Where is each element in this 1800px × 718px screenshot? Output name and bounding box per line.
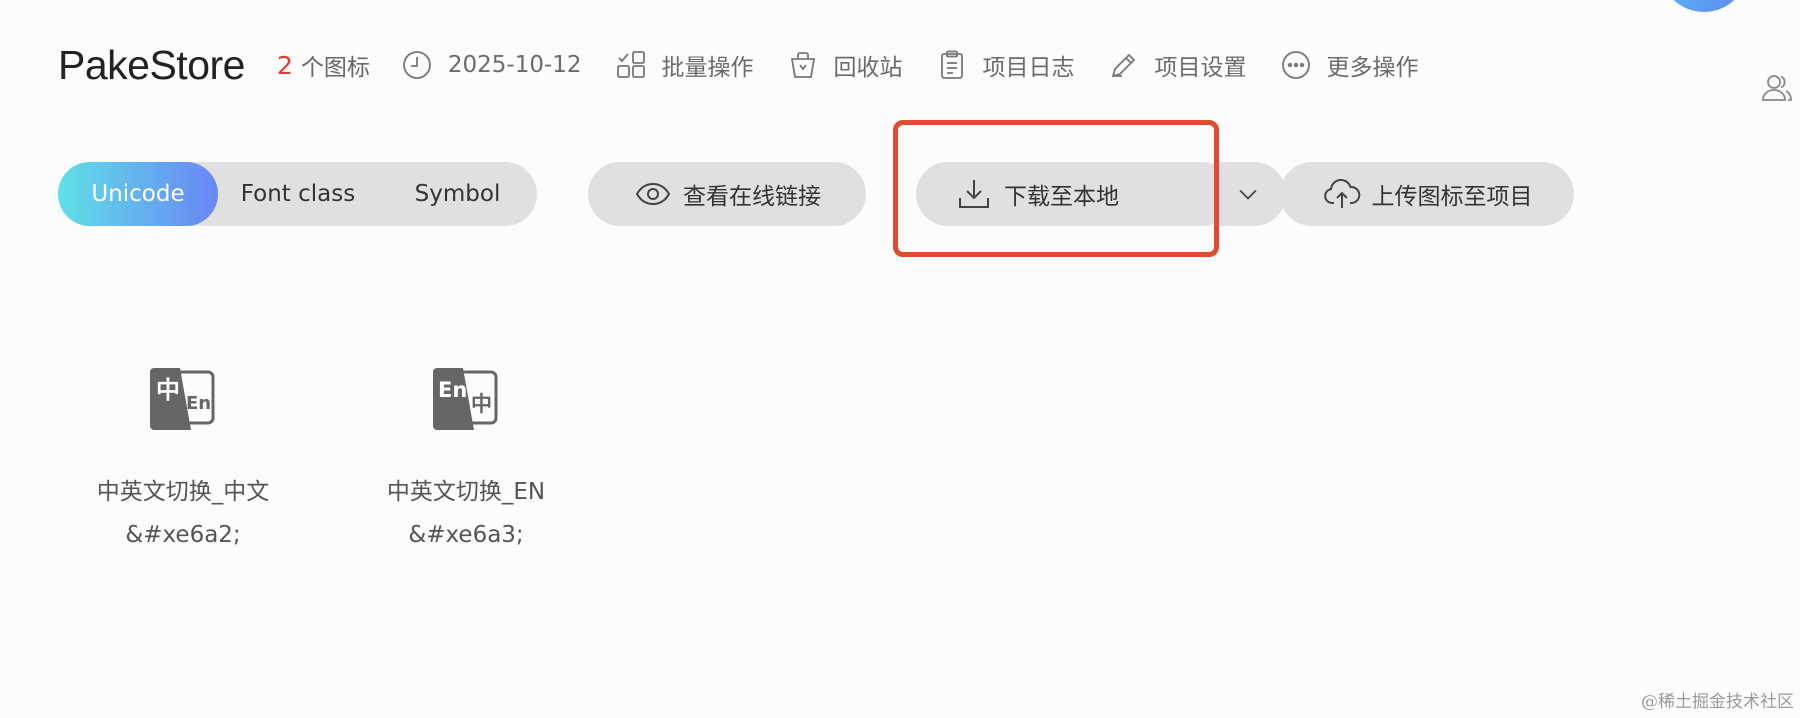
tab-unicode[interactable]: Unicode xyxy=(58,162,218,226)
download-local-button[interactable]: 下载至本地 xyxy=(916,162,1286,226)
recycle-bin-button[interactable]: 回收站 xyxy=(786,48,903,82)
icon-count: 2 xyxy=(276,50,293,80)
icon-code: &#xe6a3; xyxy=(408,522,524,548)
tab-font-class[interactable]: Font class xyxy=(218,162,378,226)
clock-icon xyxy=(400,48,434,82)
tab-symbol[interactable]: Symbol xyxy=(378,162,537,226)
project-log-button[interactable]: 项目日志 xyxy=(935,48,1075,82)
format-tabs: Unicode Font class Symbol xyxy=(58,162,537,226)
zh-en-switch-icon: 中 En xyxy=(148,364,218,430)
glyph-text-zh: 中 xyxy=(156,376,180,404)
view-online-link-label: 查看在线链接 xyxy=(683,184,821,210)
more-operations-label: 更多操作 xyxy=(1326,55,1419,81)
project-date: 2025-10-12 xyxy=(400,48,582,82)
en-zh-switch-icon: En 中 xyxy=(431,364,501,430)
eye-icon xyxy=(633,174,673,214)
pencil-icon xyxy=(1107,48,1141,82)
project-header: PakeStore 2 个图标 2025-10-12 批量操作 回收站 项目日志… xyxy=(58,36,1451,94)
chevron-down-icon[interactable] xyxy=(1232,178,1264,210)
trash-bin-icon xyxy=(786,48,820,82)
user-management-icon[interactable] xyxy=(1760,70,1794,104)
more-operations-button[interactable]: 更多操作 xyxy=(1279,48,1419,82)
icon-count-label: 个图标 xyxy=(300,55,370,81)
icon-code: &#xe6a2; xyxy=(125,522,241,548)
icon-card[interactable]: 中 En 中英文切换_中文 &#xe6a2; xyxy=(63,364,303,550)
batch-grid-icon xyxy=(614,48,648,82)
clipboard-icon xyxy=(935,48,969,82)
download-icon xyxy=(954,174,994,214)
project-settings-button[interactable]: 项目设置 xyxy=(1107,48,1247,82)
more-dots-icon xyxy=(1279,48,1313,82)
project-settings-label: 项目设置 xyxy=(1154,55,1247,81)
icon-name: 中英文切换_EN xyxy=(386,479,546,505)
recycle-bin-label: 回收站 xyxy=(833,55,903,81)
project-log-label: 项目日志 xyxy=(982,55,1075,81)
icon-card[interactable]: En 中 中英文切换_EN &#xe6a3; xyxy=(346,364,586,550)
watermark: @稀土掘金技术社区 xyxy=(1641,692,1794,712)
download-local-label: 下载至本地 xyxy=(1004,184,1119,210)
glyph-text-zh: 中 xyxy=(471,392,492,416)
glyph-text-en: En xyxy=(186,393,211,414)
upload-icons-button[interactable]: 上传图标至项目 xyxy=(1280,162,1574,226)
project-title: PakeStore xyxy=(58,41,245,88)
user-avatar[interactable] xyxy=(1660,0,1748,12)
upload-icons-label: 上传图标至项目 xyxy=(1371,184,1533,210)
icon-name: 中英文切换_中文 xyxy=(96,479,270,505)
view-online-link-button[interactable]: 查看在线链接 xyxy=(588,162,866,226)
glyph-text-en: En xyxy=(438,378,467,402)
batch-operations-label: 批量操作 xyxy=(661,55,754,81)
project-date-label: 2025-10-12 xyxy=(447,52,582,78)
cloud-upload-icon xyxy=(1322,174,1362,214)
toolbar: Unicode Font class Symbol 查看在线链接 下载至本地 上… xyxy=(58,162,1758,226)
batch-operations-button[interactable]: 批量操作 xyxy=(614,48,754,82)
